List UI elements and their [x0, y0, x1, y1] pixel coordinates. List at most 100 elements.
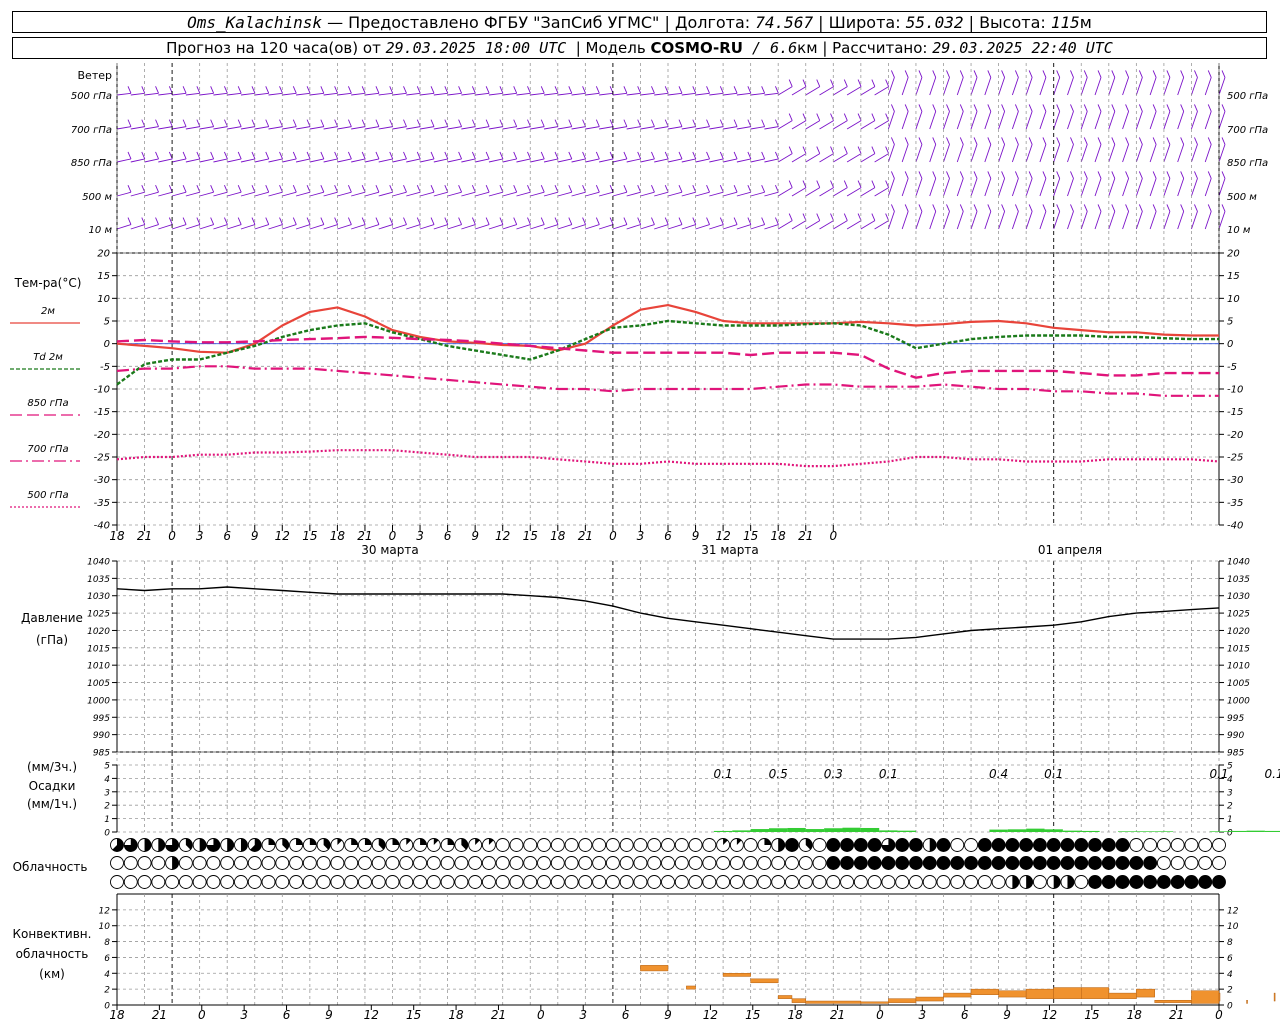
time-tick-label: 18	[1127, 1008, 1143, 1022]
wind-barb-feather	[973, 104, 978, 112]
wind-barb	[475, 92, 490, 96]
wind-barb-feather	[320, 151, 325, 160]
cloud-cover-symbol	[895, 875, 910, 889]
cloud-cover-symbol	[592, 838, 607, 852]
wind-barb	[1080, 77, 1088, 96]
wind-barb-feather	[1194, 137, 1198, 145]
wind-barb	[640, 224, 655, 230]
wind-barb-feather	[706, 185, 710, 193]
precipitation-tick-label-left: 3	[104, 788, 110, 798]
wind-barb-feather	[237, 119, 242, 127]
wind-barb-feather	[210, 86, 215, 94]
wind-barb	[599, 126, 614, 130]
wind-barb-feather	[1001, 104, 1006, 112]
wind-barb	[392, 92, 407, 96]
wind-barb	[1039, 77, 1047, 96]
wind-barb	[171, 224, 187, 230]
wind-barb	[447, 126, 462, 130]
wind-barb	[571, 126, 586, 130]
convective-cloud-bar	[998, 990, 1027, 998]
wind-barb	[1067, 178, 1074, 197]
convective-cloud-bar	[722, 973, 751, 977]
wind-barb-feather	[1083, 204, 1088, 212]
wind-barb	[433, 224, 448, 230]
wind-barb	[1108, 178, 1116, 197]
wind-barb	[475, 224, 490, 230]
wind-barb-feather	[1166, 171, 1171, 179]
convective-cloud-bar	[860, 1001, 889, 1004]
temperature-tick-label-right: 5	[1227, 317, 1233, 328]
cloud-cover-symbol	[358, 875, 372, 889]
wind-barb-feather	[568, 119, 573, 127]
wind-barb-feather	[1221, 70, 1226, 78]
wind-barb	[626, 224, 641, 230]
wind-barb-feather	[320, 217, 325, 225]
wind-barb	[488, 158, 504, 163]
wind-barb	[295, 224, 311, 230]
wind-barb-feather	[347, 185, 352, 193]
wind-barb	[750, 191, 765, 197]
temperature-tick-label-right: -35	[1227, 498, 1243, 509]
cloud-cover-symbol	[261, 856, 276, 870]
wind-barb	[1135, 178, 1143, 197]
cloud-cover-symbol	[1074, 838, 1089, 852]
wind-barb	[1039, 211, 1047, 230]
cloud-cover-symbol	[151, 856, 166, 870]
cloud-cover-fill	[309, 838, 317, 845]
pressure-x-grid	[116, 561, 1220, 752]
wind-barb-feather	[733, 119, 738, 127]
cloud-cover-symbol	[798, 875, 813, 889]
wind-barb	[282, 158, 297, 163]
wind-barb	[1122, 77, 1130, 96]
cloud-cover-symbol	[275, 875, 290, 889]
wind-barb	[805, 187, 820, 197]
wind-barb-feather	[987, 204, 992, 212]
wind-barb	[571, 224, 586, 230]
wind-barb-feather	[237, 151, 242, 160]
wind-barb	[1204, 111, 1212, 130]
wind-barb-feather	[155, 119, 159, 127]
time-tick-label: 3	[637, 529, 645, 543]
wind-barb	[158, 158, 173, 163]
wind-barb	[530, 191, 545, 197]
wind-barb	[1011, 178, 1019, 197]
precipitation-bar	[1228, 830, 1247, 832]
wind-barb-feather	[733, 217, 738, 225]
pressure-tick-label-left: 1010	[87, 662, 110, 672]
temperature-legend-label: 850 гПа	[27, 398, 68, 409]
cloud-cover-symbol	[509, 856, 524, 870]
wind-barb-feather	[292, 185, 297, 193]
wind-barb	[1177, 77, 1185, 96]
wind-barb	[640, 126, 655, 130]
wind-barb-feather	[375, 217, 380, 225]
wind-barb-feather	[595, 86, 600, 94]
wind-barb-feather	[1180, 70, 1185, 78]
wind-barb	[585, 92, 600, 96]
pressure-tick-label-right: 1035	[1227, 575, 1250, 585]
cloud-cover-symbol	[633, 856, 648, 870]
wind-title: Ветер	[78, 69, 112, 82]
wind-barb-feather	[1111, 137, 1116, 145]
convective-cloud-bar	[970, 988, 999, 995]
wind-barb	[1053, 211, 1061, 230]
wind-barb	[1094, 144, 1102, 163]
wind-barb	[364, 92, 380, 96]
wind-barb	[130, 224, 145, 230]
wind-barb-feather	[871, 213, 876, 221]
wind-barb	[1011, 77, 1019, 96]
wind-barb	[351, 191, 366, 197]
precipitation-bar	[1117, 831, 1137, 832]
wind-barb	[970, 211, 978, 230]
cloud-cover-symbol	[537, 856, 551, 870]
wind-barb	[1094, 111, 1102, 130]
wind-barb	[998, 211, 1006, 230]
wind-barb-feather	[761, 151, 766, 160]
wind-barb	[901, 211, 909, 230]
wind-barb-feather	[237, 217, 242, 225]
wind-barb-feather	[843, 113, 848, 121]
precipitation-bar	[805, 829, 825, 832]
wind-barb	[640, 158, 655, 163]
wind-barb-feather	[1152, 171, 1157, 179]
wind-level-label-right: 850 гПа	[1227, 158, 1268, 169]
cloud-cover-symbol	[358, 856, 372, 870]
